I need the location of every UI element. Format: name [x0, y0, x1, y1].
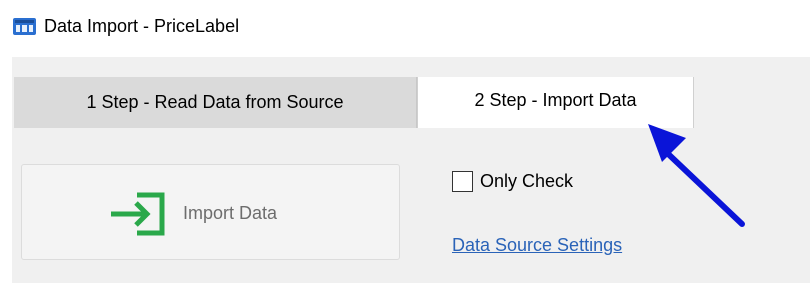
tab-strip: 1 Step - Read Data from Source 2 Step - …: [12, 77, 810, 128]
only-check-option[interactable]: Only Check: [452, 169, 573, 193]
title-bar: Data Import - PriceLabel: [0, 0, 810, 48]
only-check-checkbox[interactable]: [452, 170, 473, 192]
data-source-settings-link[interactable]: Data Source Settings: [452, 233, 622, 257]
import-data-label: Import Data: [183, 203, 278, 223]
main-panel: 1 Step - Read Data from Source 2 Step - …: [12, 57, 810, 283]
data-import-app-icon: [13, 18, 36, 35]
window-title: Data Import - PriceLabel: [44, 16, 240, 36]
tab-read-data-from-source[interactable]: 1 Step - Read Data from Source: [14, 77, 417, 128]
only-check-label: Only Check: [480, 171, 574, 191]
import-data-button[interactable]: Import Data: [21, 164, 400, 260]
tab-import-data[interactable]: 2 Step - Import Data: [417, 77, 694, 128]
data-import-window: Data Import - PriceLabel 1 Step - Read D…: [0, 0, 810, 283]
import-arrow-icon: [111, 192, 165, 236]
